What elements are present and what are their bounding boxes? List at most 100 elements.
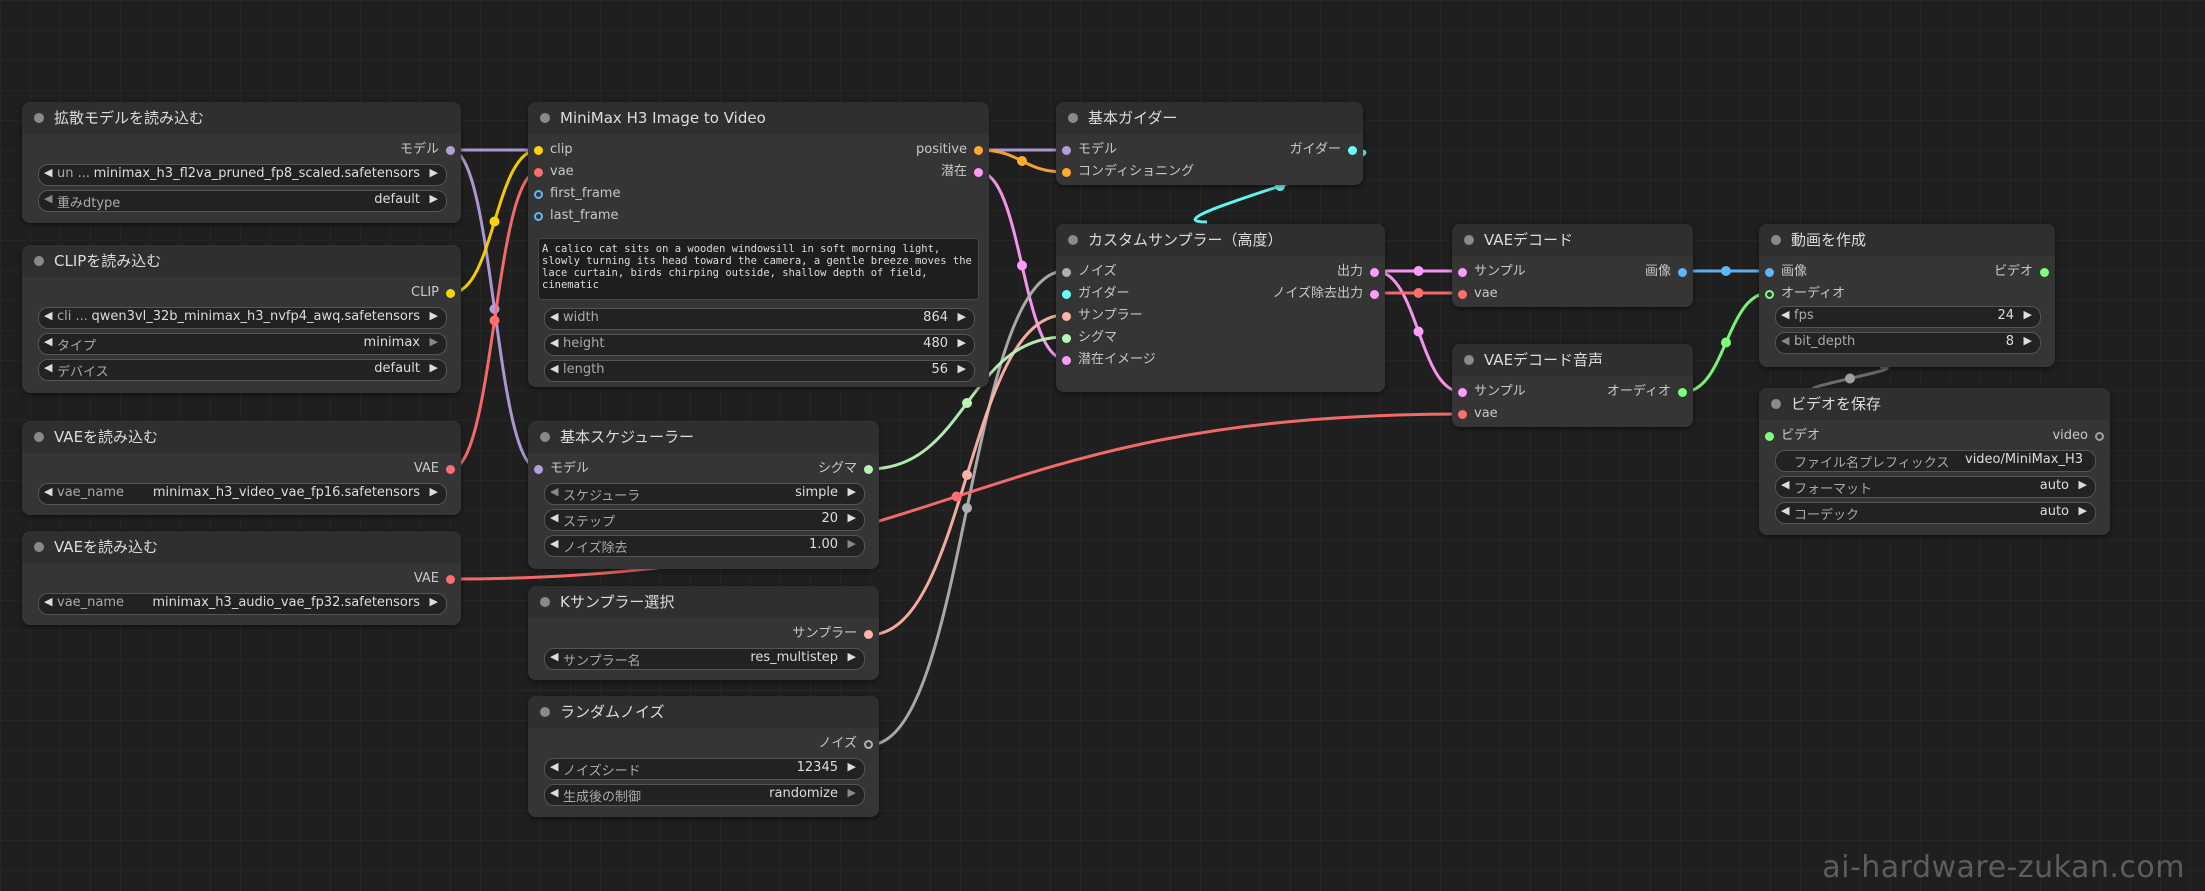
output-vae[interactable]: VAE [414,570,461,588]
arrow-left-icon[interactable]: ◀ [44,485,52,498]
node-title[interactable]: Kサンプラー選択 [528,586,879,618]
scheduler-select[interactable]: ◀ スケジューラ simple ▶ [544,483,865,505]
collapse-dot-icon[interactable] [1771,399,1781,409]
output-pin-icon[interactable] [2040,268,2049,277]
collapse-dot-icon[interactable] [34,113,44,123]
output-output[interactable]: 出力 [1337,263,1385,281]
wire-midpoint-dot[interactable] [1017,156,1027,166]
arrow-left-icon[interactable]: ◀ [44,166,52,179]
input-pin-icon[interactable] [1765,432,1774,441]
prompt-textarea[interactable]: A calico cat sits on a wooden windowsill… [538,238,979,300]
node-title[interactable]: VAEを読み込む [22,421,461,453]
output-video[interactable]: ビデオ [1994,263,2055,281]
input-guider[interactable]: ガイダー [1056,285,1129,303]
unet-name-select[interactable]: ◀ un ... minimax_h3_fl2va_pruned_fp8_scale… [38,164,447,186]
output-sampler[interactable]: サンプラー [792,625,879,643]
wire-midpoint-dot[interactable] [962,470,972,480]
minimax-image-to-video-node[interactable]: MiniMax H3 Image to Video clip vae first… [528,102,989,387]
collapse-dot-icon[interactable] [34,256,44,266]
arrow-left-icon[interactable]: ◀ [550,650,558,663]
height-number[interactable]: ◀ height 480 ▶ [544,334,975,356]
wire-midpoint-dot[interactable] [1413,266,1424,276]
output-pin-icon[interactable] [446,465,455,474]
arrow-left-icon[interactable]: ◀ [1781,478,1789,491]
wire-midpoint-dot[interactable] [1413,288,1424,298]
output-image[interactable]: 画像 [1645,263,1693,281]
input-pin-icon[interactable] [1458,268,1467,277]
output-pin-icon[interactable] [974,168,983,177]
vae-decode-node[interactable]: VAEデコード サンプル vae 画像 [1452,224,1693,307]
arrow-left-icon[interactable]: ◀ [44,309,52,322]
collapse-dot-icon[interactable] [540,113,550,123]
arrow-right-icon[interactable]: ▶ [848,511,856,524]
input-pin-icon[interactable] [1062,356,1071,365]
arrow-right-icon[interactable]: ▶ [430,166,438,179]
input-pin-icon[interactable] [1458,410,1467,419]
arrow-left-icon[interactable]: ◀ [550,760,558,773]
arrow-left-icon[interactable]: ◀ [1781,308,1789,321]
output-positive[interactable]: positive [916,141,989,159]
custom-sampler-advanced-node[interactable]: カスタムサンプラー（高度） ノイズ ガイダー サンプラー シグマ 潜在イメージ … [1056,224,1385,392]
load-vae-video-node[interactable]: VAEを読み込む VAE ◀ vae_name minimax_h3_video_v… [22,421,461,515]
clip-name-select[interactable]: ◀ cli ... qwen3vl_32b_minimax_h3_nvfp4_awq… [38,307,447,329]
arrow-right-icon[interactable]: ▶ [848,786,856,799]
arrow-left-icon[interactable]: ◀ [550,511,558,524]
input-pin-icon[interactable] [534,212,543,221]
arrow-right-icon[interactable]: ▶ [848,650,856,663]
input-pin-icon[interactable] [534,190,543,199]
input-audio[interactable]: オーディオ [1759,285,1845,303]
vae-name-select[interactable]: ◀ vae_name minimax_h3_audio_vae_fp32.safet… [38,593,447,615]
input-samples[interactable]: サンプル [1452,383,1526,401]
arrow-left-icon[interactable]: ◀ [550,485,558,498]
node-title[interactable]: CLIPを読み込む [22,245,461,277]
collapse-dot-icon[interactable] [1068,235,1078,245]
node-title[interactable]: 基本ガイダー [1056,102,1363,134]
output-pin-icon[interactable] [864,740,873,749]
arrow-right-icon[interactable]: ▶ [2024,334,2032,347]
input-model[interactable]: モデル [1056,141,1117,159]
input-samples[interactable]: サンプル [1452,263,1526,281]
input-pin-icon[interactable] [1458,290,1467,299]
arrow-left-icon[interactable]: ◀ [1781,334,1789,347]
node-title[interactable]: VAEデコード [1452,224,1693,256]
input-pin-icon[interactable] [1765,268,1774,277]
bit-depth-number[interactable]: ◀ bit_depth 8 ▶ [1775,332,2041,354]
output-pin-icon[interactable] [864,630,873,639]
output-audio[interactable]: オーディオ [1607,383,1693,401]
filename-prefix-input[interactable]: ファイル名プレフィックス video/MiniMax_H3 [1775,450,2096,472]
sampler-name-select[interactable]: ◀ サンプラー名 res_multistep ▶ [544,648,865,670]
output-pin-icon[interactable] [446,289,455,298]
input-last-frame[interactable]: last_frame [528,207,619,225]
input-pin-icon[interactable] [1458,388,1467,397]
clip-type-select[interactable]: ◀ タイプ minimax ▶ [38,333,447,355]
output-pin-icon[interactable] [446,575,455,584]
output-pin-icon[interactable] [1348,146,1357,155]
arrow-left-icon[interactable]: ◀ [44,361,52,374]
node-title[interactable]: 動画を作成 [1759,224,2055,256]
vae-decode-audio-node[interactable]: VAEデコード音声 サンプル vae オーディオ [1452,344,1693,427]
arrow-left-icon[interactable]: ◀ [44,335,52,348]
input-first-frame[interactable]: first_frame [528,185,620,203]
length-number[interactable]: ◀ length 56 ▶ [544,360,975,382]
output-pin-icon[interactable] [864,465,873,474]
input-pin-icon[interactable] [1062,312,1071,321]
save-video-node[interactable]: ビデオを保存 ビデオ video ファイル名プレフィックス video/MiniM… [1759,388,2110,535]
input-model[interactable]: モデル [528,460,589,478]
control-after-generate-select[interactable]: ◀ 生成後の制御 randomize ▶ [544,784,865,806]
input-image[interactable]: 画像 [1759,263,1807,281]
input-latent-image[interactable]: 潜在イメージ [1056,351,1156,369]
input-sigmas[interactable]: シグマ [1056,329,1117,347]
arrow-right-icon[interactable]: ▶ [430,361,438,374]
basic-guider-node[interactable]: 基本ガイダー モデル コンディショニング ガイダー [1056,102,1363,185]
input-vae[interactable]: vae [1452,285,1498,303]
input-noise[interactable]: ノイズ [1056,263,1117,281]
wire-midpoint-dot[interactable] [489,304,500,314]
format-select[interactable]: ◀ フォーマット auto ▶ [1775,476,2096,498]
arrow-right-icon[interactable]: ▶ [430,192,438,205]
arrow-right-icon[interactable]: ▶ [430,485,438,498]
noise-seed-number[interactable]: ◀ ノイズシード 12345 ▶ [544,758,865,780]
node-title[interactable]: VAEを読み込む [22,531,461,563]
arrow-left-icon[interactable]: ◀ [1781,504,1789,517]
width-number[interactable]: ◀ width 864 ▶ [544,308,975,330]
collapse-dot-icon[interactable] [1464,355,1474,365]
